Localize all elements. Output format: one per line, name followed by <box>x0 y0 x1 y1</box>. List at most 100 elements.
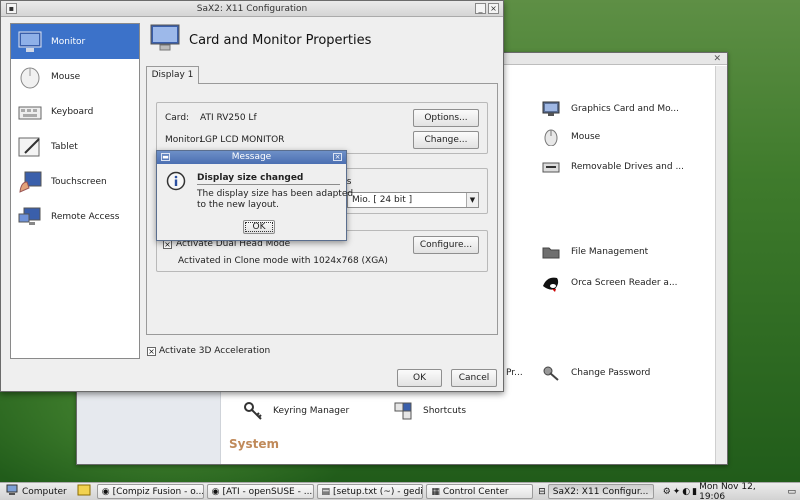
dialog-body-line-2: to the new layout. <box>197 200 279 210</box>
monitor-icon <box>17 29 43 55</box>
nav-item-remote-access[interactable]: Remote Access <box>11 199 139 234</box>
dialog-title: Message <box>231 152 272 162</box>
task-control-center[interactable]: ▦ Control Center <box>426 484 534 499</box>
task-ati-opensuse[interactable]: ◉ [ATI - openSUSE - ... <box>206 484 314 499</box>
message-dialog[interactable]: ▬ Message × Display size changed The dis… <box>156 150 353 241</box>
nav-item-mouse[interactable]: Mouse <box>11 59 139 94</box>
minimize-icon[interactable]: _ <box>475 3 486 14</box>
orca-icon <box>541 273 561 293</box>
task-setup-gedit[interactable]: ▤ [setup.txt (~) - gedit] <box>316 484 424 499</box>
dual-head-checkbox[interactable]: × <box>163 240 172 249</box>
mouse-icon <box>17 64 43 90</box>
cc-item-label: Removable Drives and ... <box>571 162 685 172</box>
nav-label: Mouse <box>51 71 81 82</box>
cc-item-orca[interactable]: Orca Screen Reader a... <box>541 273 678 293</box>
nav-item-keyboard[interactable]: Keyboard <box>11 94 139 129</box>
cc-item-mouse[interactable]: Mouse <box>541 127 600 147</box>
cc-partial-text: Pr... <box>506 368 523 378</box>
task-label: [ATI - openSUSE - ... <box>222 486 313 497</box>
nav-label: Keyboard <box>51 106 94 117</box>
cc-item-removable-drives[interactable]: Removable Drives and ... <box>541 157 684 177</box>
browser-icon: ◉ <box>211 486 220 497</box>
mouse-icon <box>541 127 561 147</box>
nav-label: Remote Access <box>51 211 120 222</box>
dialog-body-line-1: The display size has been adapted <box>197 189 354 199</box>
dialog-ok-button[interactable]: OK <box>243 220 275 234</box>
monitor-icon <box>149 23 181 56</box>
change-button[interactable]: Change... <box>413 131 479 149</box>
card-value: ATI RV250 Lf <box>200 113 257 123</box>
nav-item-tablet[interactable]: Tablet <box>11 129 139 164</box>
nav-label: Monitor <box>51 36 86 47</box>
taskbar: Computer ◉ [Compiz Fusion - o... ◉ [ATI … <box>0 482 800 500</box>
workspace-icon[interactable]: ▭ <box>788 487 797 497</box>
cc-item-label: Change Password <box>571 368 651 378</box>
page-title: Card and Monitor Properties <box>189 33 372 48</box>
nav-label: Touchscreen <box>51 176 107 187</box>
separator-icon: ⊟ <box>538 486 546 497</box>
keyboard-icon <box>17 99 43 125</box>
color-depth-value: Mio. [ 24 bit ] <box>352 195 413 205</box>
monitor-label: Monitor: <box>165 135 203 145</box>
dialog-heading: Display size changed <box>197 173 304 183</box>
computer-label: Computer <box>22 486 67 497</box>
cancel-button[interactable]: Cancel <box>451 369 497 387</box>
3d-acceleration-label: Activate 3D Acceleration <box>159 346 271 356</box>
close-icon[interactable]: ✕ <box>713 54 721 64</box>
scrollbar[interactable] <box>715 66 727 464</box>
removable-drives-icon <box>541 157 561 177</box>
computer-icon <box>6 484 18 499</box>
task-label: [Compiz Fusion - o... <box>112 486 204 497</box>
close-icon[interactable]: × <box>488 3 499 14</box>
window-menu-icon[interactable]: ▬ <box>161 153 170 161</box>
cc-item-file-management[interactable]: File Management <box>541 242 648 262</box>
dialog-titlebar[interactable]: ▬ Message × <box>157 151 346 164</box>
cc-item-change-password[interactable]: Change Password <box>541 363 650 383</box>
keyring-icon <box>243 401 263 421</box>
tray-icons[interactable]: ⚙✦◐▮ <box>663 487 699 497</box>
cc-item-label: Keyring Manager <box>273 406 350 416</box>
task-sax2[interactable]: SaX2: X11 Configur... <box>547 484 654 499</box>
shortcuts-icon <box>393 401 413 421</box>
tablet-icon <box>17 134 43 160</box>
chevron-down-icon[interactable]: ▼ <box>466 193 478 207</box>
remote-access-icon <box>17 204 43 230</box>
notes-icon[interactable] <box>77 484 91 499</box>
options-button[interactable]: Options... <box>413 109 479 127</box>
cc-item-label: Mouse <box>571 132 601 142</box>
tab-display-1[interactable]: Display 1 <box>146 66 199 84</box>
password-icon <box>541 363 561 383</box>
task-label: SaX2: X11 Configur... <box>552 486 649 497</box>
cc-item-label: Shortcuts <box>423 406 467 416</box>
nav-item-monitor[interactable]: Monitor <box>11 24 139 59</box>
info-icon <box>166 171 186 194</box>
category-list[interactable]: Monitor Mouse Keyboard Tablet Touchscree… <box>10 23 140 359</box>
window-menu-icon[interactable]: ▪ <box>6 3 17 14</box>
clone-mode-info: Activated in Clone mode with 1024x768 (X… <box>178 256 388 266</box>
color-depth-select[interactable]: Mio. [ 24 bit ] ▼ <box>347 192 479 208</box>
cc-item-graphics-card[interactable]: Graphics Card and Mo... <box>541 99 679 119</box>
configure-button[interactable]: Configure... <box>413 236 479 254</box>
monitor-value: LGP LCD MONITOR <box>200 135 285 145</box>
divider <box>197 184 340 185</box>
nav-item-touchscreen[interactable]: Touchscreen <box>11 164 139 199</box>
3d-acceleration-checkbox[interactable]: × <box>147 347 156 356</box>
cc-item-label: Graphics Card and Mo... <box>571 104 680 114</box>
cc-item-shortcuts[interactable]: Shortcuts <box>393 401 466 421</box>
card-label: Card: <box>165 113 190 123</box>
task-compiz-fusion[interactable]: ◉ [Compiz Fusion - o... <box>96 484 204 499</box>
section-heading-system: System <box>229 437 279 451</box>
clock[interactable]: Mon Nov 12, 19:06 <box>699 482 783 500</box>
nav-label: Tablet <box>51 141 78 152</box>
text-editor-icon: ▤ <box>321 486 331 497</box>
cc-item-label: File Management <box>571 247 649 257</box>
close-icon[interactable]: × <box>333 153 342 161</box>
cc-item-label: Orca Screen Reader a... <box>571 278 678 288</box>
cc-item-keyring-manager[interactable]: Keyring Manager <box>243 401 349 421</box>
task-label: Control Center <box>442 486 509 497</box>
ok-button[interactable]: OK <box>397 369 442 387</box>
touchscreen-icon <box>17 169 43 195</box>
task-label: [setup.txt (~) - gedit] <box>333 486 424 497</box>
computer-menu-button[interactable]: Computer <box>0 484 73 499</box>
window-titlebar[interactable]: ▪ SaX2: X11 Configuration _ × <box>1 1 503 17</box>
